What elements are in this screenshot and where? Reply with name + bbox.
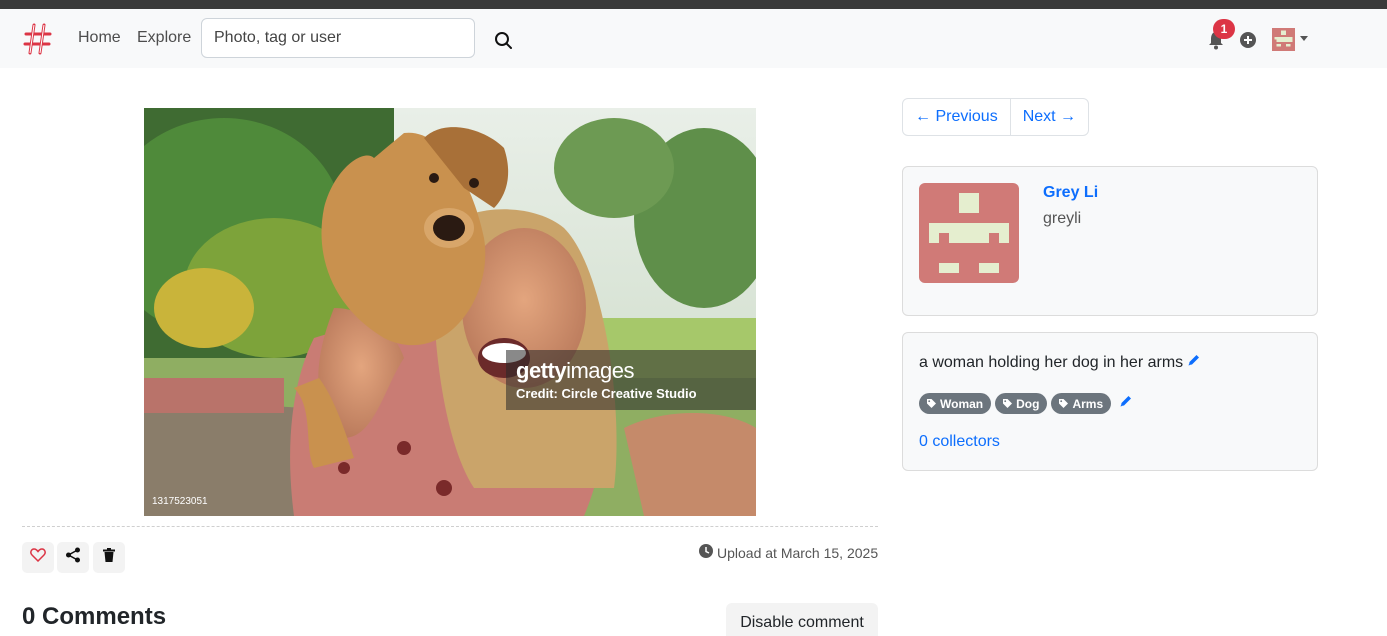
tag-icon — [927, 399, 936, 408]
user-menu-avatar[interactable] — [1272, 28, 1295, 51]
search-input[interactable] — [201, 18, 475, 58]
comments-count-heading: 0 Comments — [22, 603, 167, 630]
nav-explore-link[interactable]: Explore — [137, 28, 191, 48]
tag-arms[interactable]: Arms — [1051, 393, 1112, 414]
notification-count-badge: 1 — [1213, 19, 1235, 39]
navbar: Home Explore 1 — [0, 9, 1387, 68]
photo-info-card: a woman holding her dog in her arms Woma… — [902, 332, 1318, 471]
tag-list: Woman Dog Arms — [919, 393, 1133, 414]
previous-photo-link[interactable]: ← Previous — [903, 99, 1010, 135]
clock-icon — [699, 544, 717, 561]
brand-logo-icon[interactable] — [22, 21, 54, 57]
add-photo-icon[interactable] — [1240, 32, 1256, 48]
photo-description-text: a woman holding her dog in her arms — [919, 353, 1184, 371]
delete-button[interactable] — [93, 542, 125, 573]
uploader-username: greyli — [1043, 210, 1082, 227]
trash-icon — [103, 548, 115, 567]
uploader-card: Grey Li greyli — [902, 166, 1318, 316]
getty-watermark: gettyimages Credit: Circle Creative Stud… — [506, 350, 756, 410]
like-button[interactable] — [22, 542, 54, 573]
divider — [22, 526, 878, 527]
upload-date-text: Upload at March 15, 2025 — [717, 544, 879, 561]
next-photo-link[interactable]: Next → — [1009, 99, 1088, 135]
share-button[interactable] — [57, 542, 89, 573]
heart-icon — [30, 548, 46, 567]
nav-home-link[interactable]: Home — [78, 28, 121, 48]
photo-image[interactable]: gettyimages Credit: Circle Creative Stud… — [144, 108, 756, 516]
tag-icon — [1003, 399, 1013, 408]
uploader-name-link[interactable]: Grey Li — [1043, 184, 1098, 202]
watermark-credit: Credit: Circle Creative Studio — [516, 386, 697, 401]
photo-description: a woman holding her dog in her arms — [919, 353, 1201, 372]
user-menu-caret-icon[interactable] — [1300, 36, 1308, 41]
photo-pager: ← Previous Next → — [902, 98, 1090, 136]
uploader-avatar[interactable] — [919, 183, 1019, 283]
upload-date: Upload at March 15, 2025 — [699, 544, 878, 561]
disable-comment-button[interactable]: Disable comment — [726, 603, 878, 636]
share-icon — [65, 547, 81, 568]
tag-woman[interactable]: Woman — [919, 393, 992, 414]
tag-icon — [1059, 399, 1069, 408]
collectors-link[interactable]: 0 collectors — [919, 433, 1000, 451]
edit-tags-pencil-icon[interactable] — [1115, 394, 1133, 413]
getty-logo: gettyimages — [516, 358, 634, 383]
photo-id-label: 1317523051 — [152, 496, 208, 507]
tag-dog[interactable]: Dog — [995, 393, 1048, 414]
edit-description-pencil-icon[interactable] — [1183, 353, 1201, 372]
browser-top-strip — [0, 0, 1387, 9]
search-icon[interactable] — [492, 29, 514, 51]
